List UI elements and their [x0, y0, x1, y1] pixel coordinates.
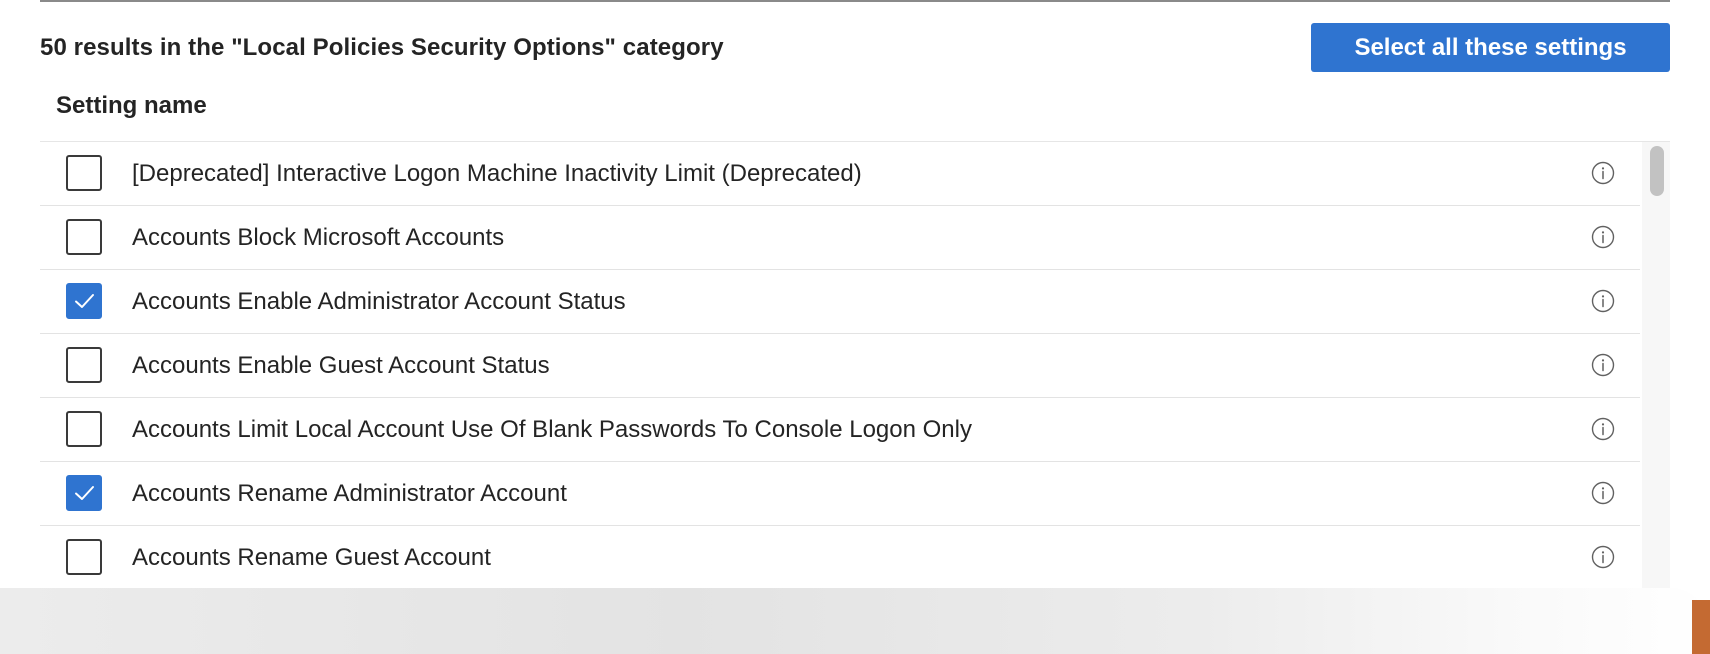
select-all-settings-button[interactable]: Select all these settings — [1311, 23, 1670, 72]
settings-list-rows: [Deprecated] Interactive Logon Machine I… — [40, 142, 1640, 590]
scrollbar-thumb[interactable] — [1650, 146, 1664, 196]
setting-name: Accounts Rename Administrator Account — [132, 480, 567, 507]
results-count-heading: 50 results in the "Local Policies Securi… — [40, 34, 724, 61]
info-icon[interactable] — [1591, 481, 1615, 505]
setting-row[interactable]: Accounts Enable Guest Account Status — [40, 334, 1640, 398]
info-icon[interactable] — [1591, 161, 1615, 185]
setting-row[interactable]: Accounts Limit Local Account Use Of Blan… — [40, 398, 1640, 462]
checkmark-icon — [75, 294, 94, 308]
setting-name: Accounts Limit Local Account Use Of Blan… — [132, 416, 972, 443]
setting-checkbox[interactable] — [66, 475, 102, 511]
setting-name: Accounts Enable Administrator Account St… — [132, 288, 626, 315]
setting-row[interactable]: Accounts Rename Administrator Account — [40, 462, 1640, 526]
setting-name: Accounts Rename Guest Account — [132, 544, 491, 571]
desktop-corner — [1692, 600, 1710, 654]
info-icon[interactable] — [1591, 225, 1615, 249]
setting-checkbox[interactable] — [66, 283, 102, 319]
setting-name: Accounts Enable Guest Account Status — [132, 352, 550, 379]
settings-picker-panel: 50 results in the "Local Policies Securi… — [0, 0, 1710, 654]
settings-list: [Deprecated] Interactive Logon Machine I… — [40, 141, 1670, 600]
setting-checkbox[interactable] — [66, 347, 102, 383]
info-icon[interactable] — [1591, 289, 1615, 313]
checkmark-icon — [75, 486, 94, 500]
scrollbar[interactable] — [1642, 142, 1670, 600]
setting-row[interactable]: [Deprecated] Interactive Logon Machine I… — [40, 142, 1640, 206]
setting-checkbox[interactable] — [66, 219, 102, 255]
setting-row[interactable]: Accounts Rename Guest Account — [40, 526, 1640, 590]
window-bottom-edge — [0, 588, 1710, 654]
top-divider — [40, 0, 1670, 2]
setting-row[interactable]: Accounts Enable Administrator Account St… — [40, 270, 1640, 334]
info-icon[interactable] — [1591, 417, 1615, 441]
column-header-setting-name: Setting name — [56, 92, 207, 119]
setting-row[interactable]: Accounts Block Microsoft Accounts — [40, 206, 1640, 270]
setting-checkbox[interactable] — [66, 155, 102, 191]
setting-name: Accounts Block Microsoft Accounts — [132, 224, 505, 251]
setting-name: [Deprecated] Interactive Logon Machine I… — [132, 160, 862, 187]
setting-checkbox[interactable] — [66, 411, 102, 447]
setting-checkbox[interactable] — [66, 539, 102, 575]
info-icon[interactable] — [1591, 353, 1615, 377]
info-icon[interactable] — [1591, 545, 1615, 569]
